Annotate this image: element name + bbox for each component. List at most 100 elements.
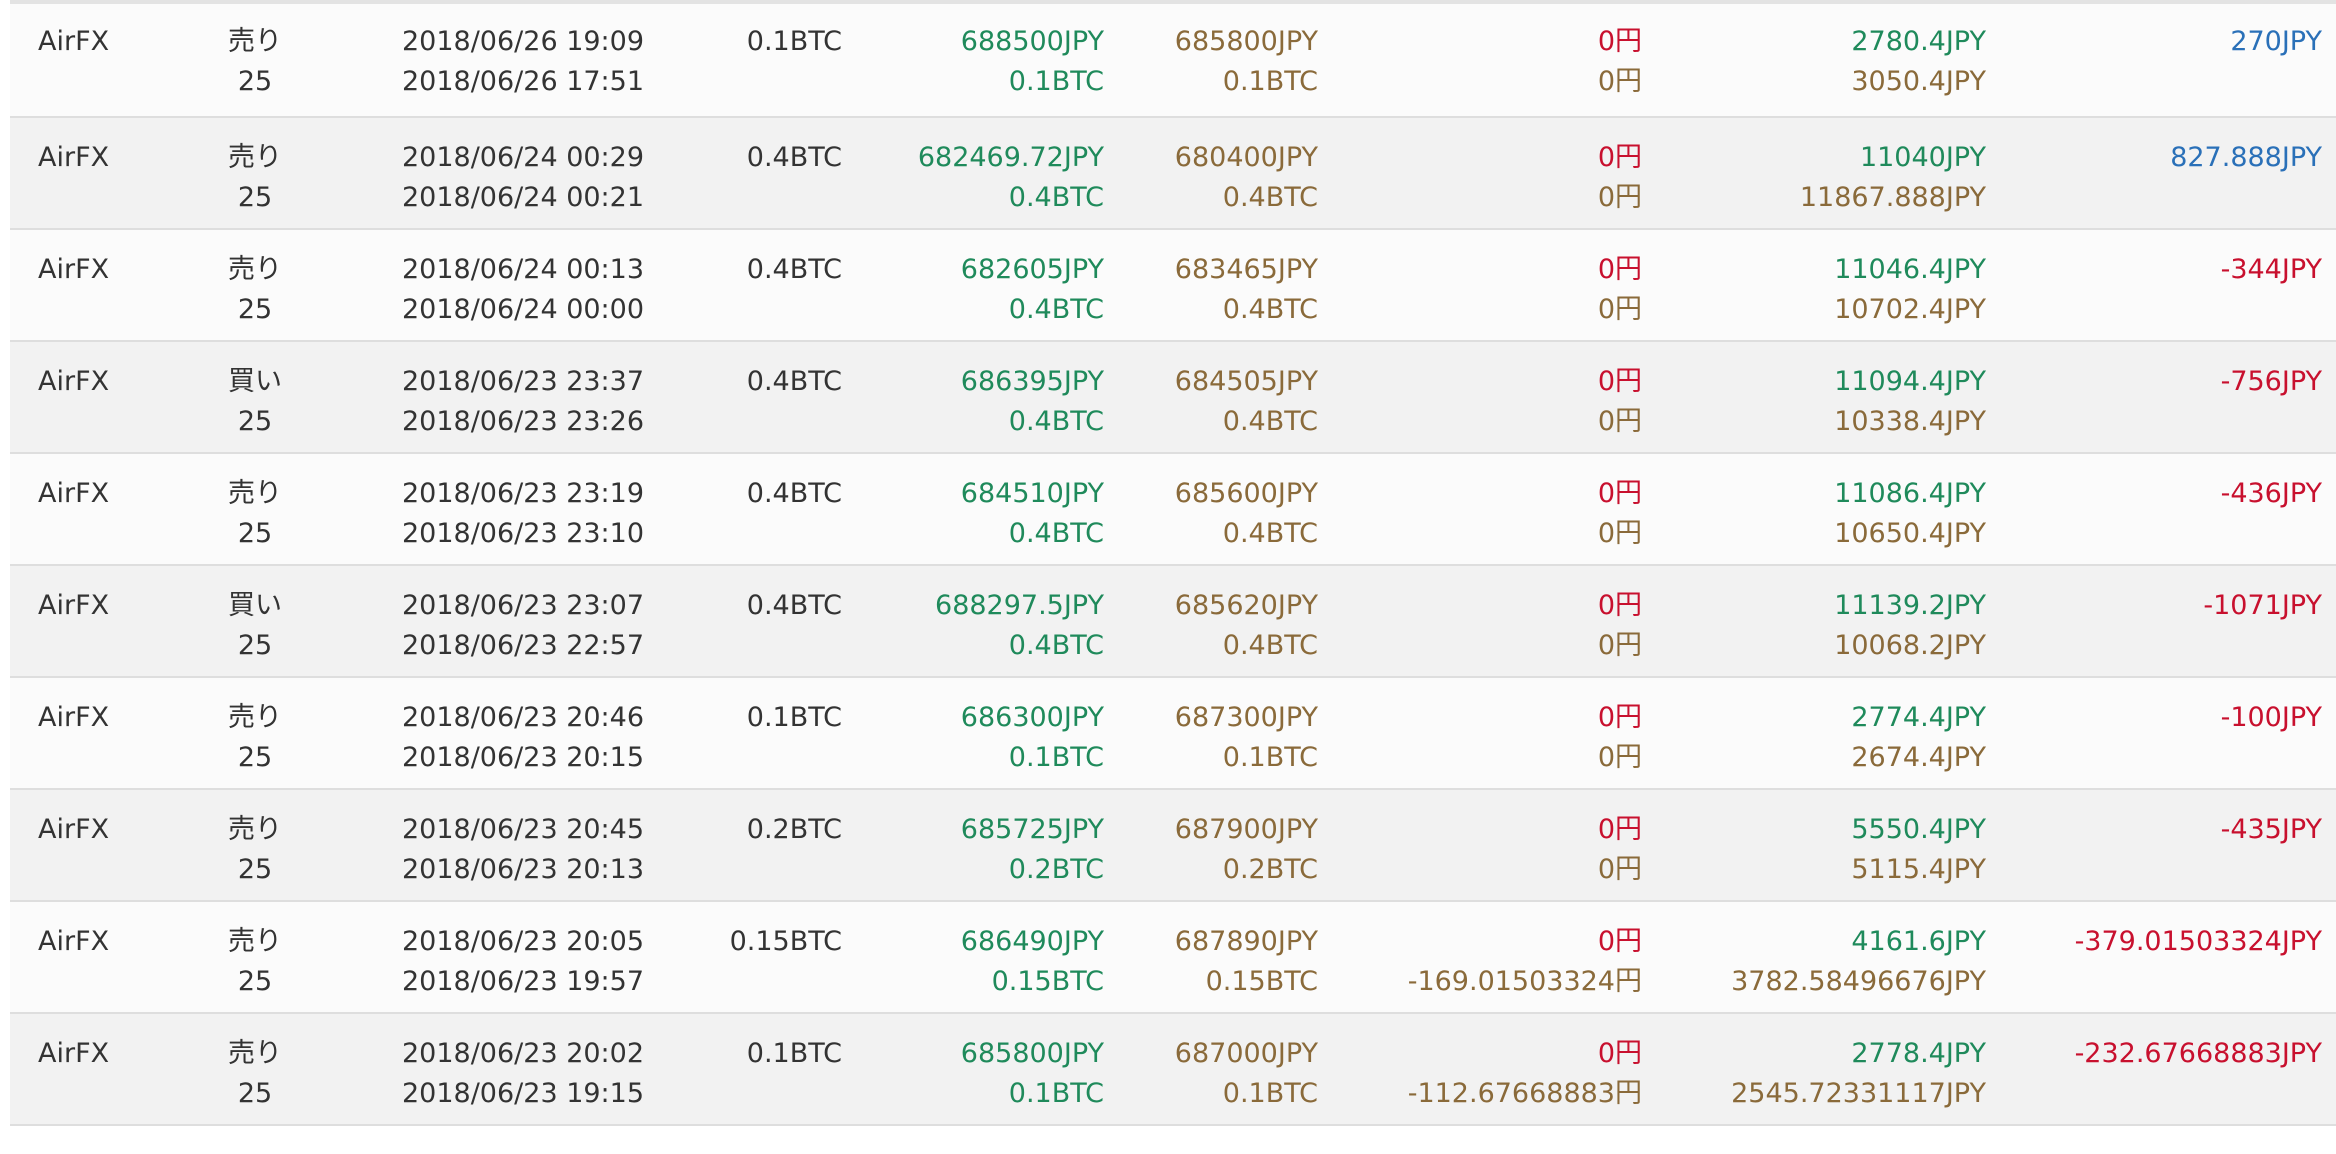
cell-date-close: 2018/06/23 23:37 (402, 366, 645, 397)
cell-pnl: 827.888JPY (2170, 142, 2322, 173)
cell-amount-open: 0.4BTC (1008, 518, 1104, 549)
cell-price-close: 687000JPY (1174, 1038, 1318, 1069)
table-row: AirFX 売り 25 2018/06/23 20:46 2018/06/23 20:1… (10, 678, 2336, 790)
cell-value-close: 3782.58496676JPY (1731, 966, 1986, 997)
cell-amount: 0.15BTC (729, 926, 842, 957)
cell-swap: 0円 (1597, 406, 1642, 437)
cell-fee: 0円 (1597, 26, 1642, 57)
cell-exchange: AirFX (38, 254, 110, 285)
cell-amount-open: 0.2BTC (1008, 854, 1104, 885)
cell-amount: 0.1BTC (746, 1038, 842, 1069)
cell-date-open: 2018/06/26 17:51 (402, 66, 645, 97)
cell-swap: 0円 (1597, 518, 1642, 549)
cell-price-open: 685800JPY (960, 1038, 1104, 1069)
cell-amount-open: 0.1BTC (1008, 742, 1104, 773)
cell-price-open: 682469.72JPY (917, 142, 1104, 173)
cell-price-open: 686300JPY (960, 702, 1104, 733)
cell-swap: 0円 (1597, 630, 1642, 661)
cell-fee: 0円 (1597, 478, 1642, 509)
cell-price-close: 685800JPY (1174, 26, 1318, 57)
cell-amount-open: 0.4BTC (1008, 630, 1104, 661)
cell-date-close: 2018/06/23 20:02 (402, 1038, 645, 1069)
cell-value-close: 10702.4JPY (1834, 294, 1986, 325)
cell-side: 買い (228, 590, 282, 621)
cell-price-open: 688500JPY (960, 26, 1104, 57)
cell-date-close: 2018/06/24 00:29 (402, 142, 645, 173)
cell-side: 買い (228, 366, 282, 397)
cell-price-close: 685620JPY (1174, 590, 1318, 621)
cell-pnl: -756JPY (2220, 366, 2322, 397)
cell-exchange: AirFX (38, 142, 110, 173)
cell-price-open: 686490JPY (960, 926, 1104, 957)
cell-value-open: 2778.4JPY (1851, 1038, 1986, 1069)
cell-swap: 0円 (1597, 294, 1642, 325)
cell-amount-open: 0.15BTC (991, 966, 1104, 997)
cell-value-open: 11139.2JPY (1834, 590, 1986, 621)
cell-leverage: 25 (237, 966, 273, 997)
cell-side: 売り (228, 1038, 282, 1069)
cell-date-close: 2018/06/24 00:13 (402, 254, 645, 285)
cell-date-close: 2018/06/23 23:07 (402, 590, 645, 621)
cell-value-open: 4161.6JPY (1851, 926, 1986, 957)
cell-value-close: 3050.4JPY (1851, 66, 1986, 97)
cell-date-close: 2018/06/23 20:46 (402, 702, 645, 733)
trade-history-table: AirFX 売り 25 2018/06/26 19:09 2018/06/26 17:5… (10, 0, 2336, 1126)
cell-leverage: 25 (237, 406, 273, 437)
cell-price-close: 687890JPY (1174, 926, 1318, 957)
cell-swap: 0円 (1597, 182, 1642, 213)
cell-leverage: 25 (237, 294, 273, 325)
cell-value-close: 5115.4JPY (1851, 854, 1986, 885)
cell-price-close: 680400JPY (1174, 142, 1318, 173)
cell-amount-open: 0.4BTC (1008, 406, 1104, 437)
cell-amount-close: 0.4BTC (1222, 294, 1318, 325)
cell-amount-close: 0.1BTC (1222, 1078, 1318, 1109)
cell-price-open: 688297.5JPY (935, 590, 1104, 621)
cell-date-close: 2018/06/26 19:09 (402, 26, 645, 57)
cell-leverage: 25 (237, 742, 273, 773)
cell-price-close: 683465JPY (1174, 254, 1318, 285)
cell-date-open: 2018/06/23 23:10 (402, 518, 645, 549)
cell-value-open: 2774.4JPY (1851, 702, 1986, 733)
table-row: AirFX 売り 25 2018/06/23 20:05 2018/06/23 19:5… (10, 902, 2336, 1014)
cell-leverage: 25 (237, 66, 273, 97)
cell-date-open: 2018/06/23 20:13 (402, 854, 645, 885)
cell-fee: 0円 (1597, 142, 1642, 173)
cell-amount-close: 0.2BTC (1222, 854, 1318, 885)
cell-value-close: 2545.72331117JPY (1731, 1078, 1986, 1109)
cell-price-close: 684505JPY (1174, 366, 1318, 397)
cell-price-open: 682605JPY (960, 254, 1104, 285)
cell-pnl: -436JPY (2220, 478, 2322, 509)
cell-swap: -112.67668883円 (1407, 1078, 1642, 1109)
cell-price-open: 686395JPY (960, 366, 1104, 397)
cell-value-open: 2780.4JPY (1851, 26, 1986, 57)
table-row: AirFX 売り 25 2018/06/24 00:29 2018/06/24 00:2… (10, 118, 2336, 230)
cell-leverage: 25 (237, 1078, 273, 1109)
cell-side: 売り (228, 814, 282, 845)
cell-pnl: 270JPY (2230, 26, 2322, 57)
cell-amount-close: 0.1BTC (1222, 742, 1318, 773)
cell-exchange: AirFX (38, 590, 110, 621)
cell-price-open: 684510JPY (960, 478, 1104, 509)
cell-date-close: 2018/06/23 20:45 (402, 814, 645, 845)
cell-exchange: AirFX (38, 26, 110, 57)
cell-date-open: 2018/06/23 23:26 (402, 406, 645, 437)
cell-swap: 0円 (1597, 66, 1642, 97)
cell-date-open: 2018/06/23 19:15 (402, 1078, 645, 1109)
table-row: AirFX 売り 25 2018/06/23 20:45 2018/06/23 20:1… (10, 790, 2336, 902)
cell-amount: 0.2BTC (746, 814, 842, 845)
cell-value-open: 11040JPY (1859, 142, 1986, 173)
cell-date-close: 2018/06/23 23:19 (402, 478, 645, 509)
cell-side: 売り (228, 478, 282, 509)
cell-value-close: 2674.4JPY (1851, 742, 1986, 773)
cell-price-close: 685600JPY (1174, 478, 1318, 509)
cell-swap: 0円 (1597, 854, 1642, 885)
cell-exchange: AirFX (38, 1038, 110, 1069)
cell-exchange: AirFX (38, 366, 110, 397)
cell-amount: 0.4BTC (746, 254, 842, 285)
cell-exchange: AirFX (38, 926, 110, 957)
cell-pnl: -232.67668883JPY (2074, 1038, 2322, 1069)
cell-exchange: AirFX (38, 478, 110, 509)
table-row: AirFX 売り 25 2018/06/24 00:13 2018/06/24 00:0… (10, 230, 2336, 342)
cell-pnl: -100JPY (2220, 702, 2322, 733)
cell-amount: 0.1BTC (746, 702, 842, 733)
